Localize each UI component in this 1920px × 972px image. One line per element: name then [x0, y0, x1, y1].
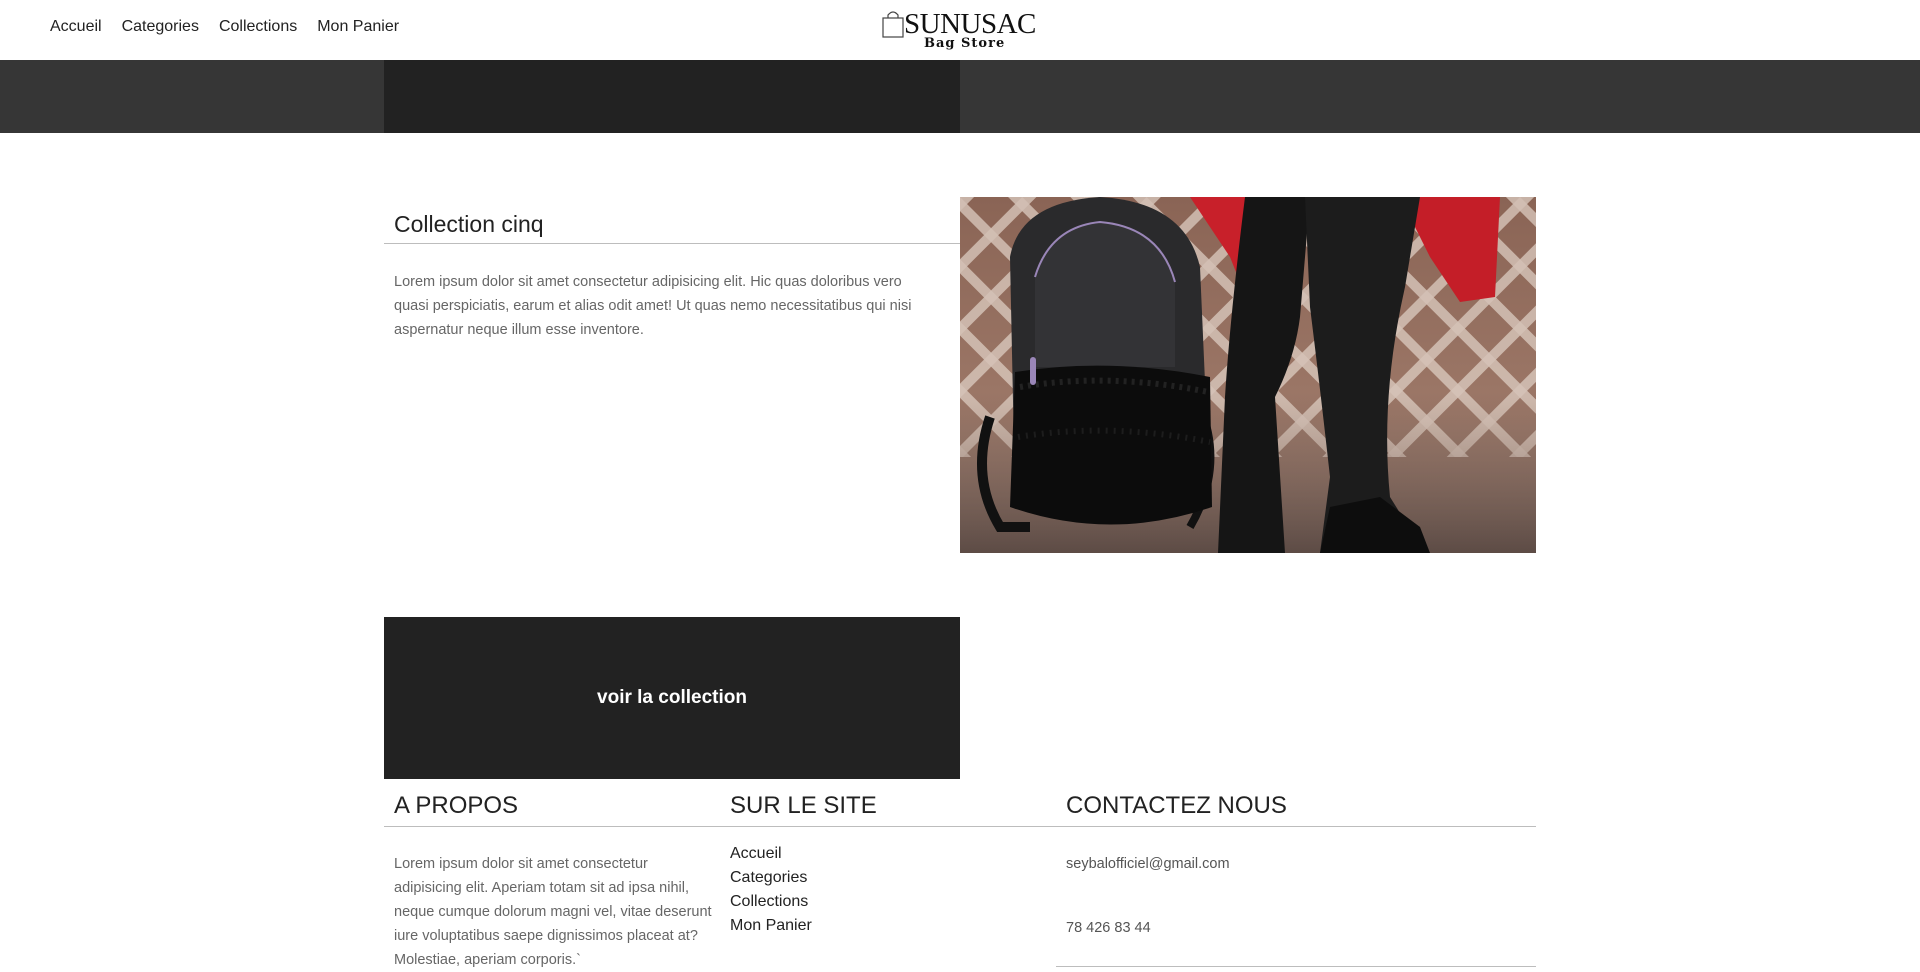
footer-link-accueil[interactable]: Accueil	[730, 845, 782, 862]
list-item: Categories	[730, 866, 812, 890]
collection-description: Lorem ipsum dolor sit amet consectetur a…	[394, 274, 912, 338]
list-item: Collections	[730, 890, 812, 914]
backpack-photo	[960, 197, 1536, 553]
footer-divider	[384, 826, 1536, 827]
shopping-bag-icon	[882, 11, 904, 38]
view-collection-button[interactable]: voir la collection	[384, 617, 960, 779]
footer-link-mon-panier[interactable]: Mon Panier	[730, 917, 812, 934]
hero-band	[0, 60, 1920, 133]
nav-item-collections[interactable]: Collections	[219, 18, 297, 36]
footer-link-categories[interactable]: Categories	[730, 869, 807, 886]
collection-image	[960, 197, 1536, 553]
collection-title: Collection cinq	[394, 211, 544, 237]
contact-phone: 78 426 83 44	[1066, 920, 1151, 936]
hero-band-dark-block	[384, 60, 960, 133]
footer-site-links: Accueil Categories Collections Mon Panie…	[730, 842, 812, 938]
footer-site-heading: SUR LE SITE	[730, 792, 877, 819]
site-logo[interactable]: SUNUSAC Bag Store	[882, 6, 1042, 54]
list-item: Mon Panier	[730, 914, 812, 938]
list-item: Accueil	[730, 842, 812, 866]
main-nav: Accueil Categories Collections Mon Panie…	[50, 18, 399, 36]
nav-item-accueil[interactable]: Accueil	[50, 18, 102, 36]
nav-item-categories[interactable]: Categories	[122, 18, 199, 36]
nav-item-mon-panier[interactable]: Mon Panier	[317, 18, 399, 36]
collection-divider	[384, 243, 960, 244]
footer-link-collections[interactable]: Collections	[730, 893, 808, 910]
site-header: Accueil Categories Collections Mon Panie…	[0, 0, 1920, 60]
footer-contact-heading: CONTACTEZ NOUS	[1066, 792, 1287, 819]
contact-email[interactable]: seybalofficiel@gmail.com	[1066, 852, 1230, 876]
logo-subtitle: Bag Store	[924, 36, 1006, 51]
footer-about-heading: A PROPOS	[394, 792, 519, 819]
footer-about-text: Lorem ipsum dolor sit amet consectetur a…	[394, 856, 712, 968]
